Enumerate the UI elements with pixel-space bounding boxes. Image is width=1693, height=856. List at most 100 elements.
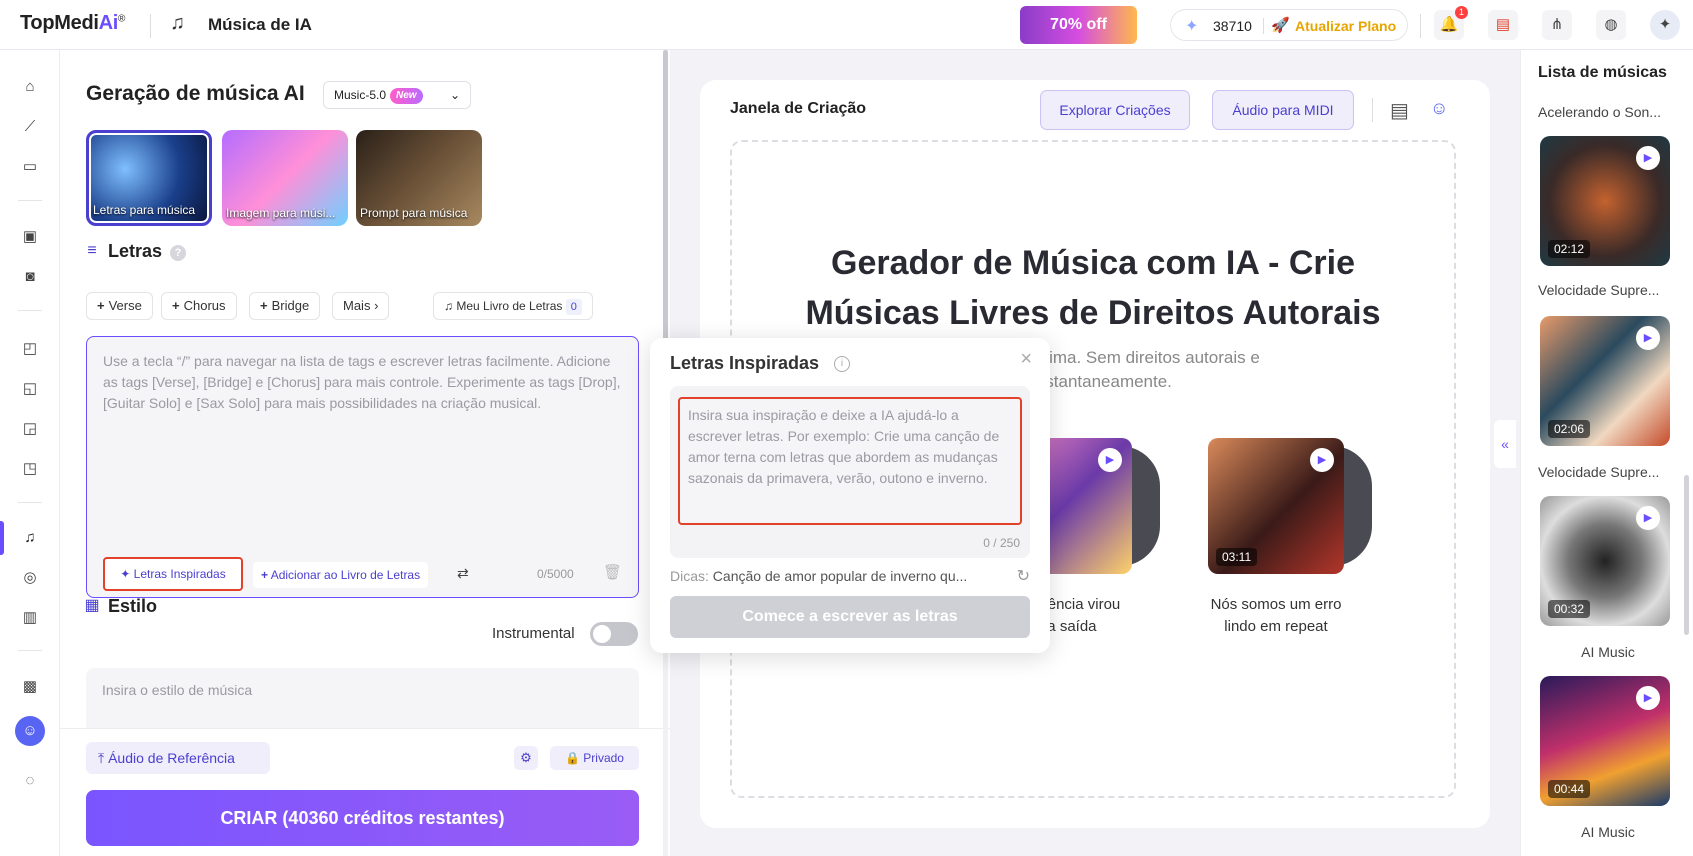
trash-icon[interactable]: 🗑 — [603, 563, 622, 581]
globe-icon[interactable]: ◍ — [1596, 10, 1626, 40]
sparkle-icon: ✦ — [1185, 18, 1199, 35]
lyrics-textarea[interactable]: Use a tecla “/” para navegar na lista de… — [86, 336, 639, 598]
play-icon[interactable]: ▶ — [1098, 448, 1122, 472]
model-value: Music-5.0 — [334, 88, 387, 102]
lyrics-placeholder: Use a tecla “/” para navegar na lista de… — [103, 353, 621, 411]
folder-icon[interactable]: ▭ — [19, 156, 41, 178]
tag-chorus-button[interactable]: + Chorus — [161, 292, 237, 320]
promo-banner[interactable]: 70% off — [1020, 6, 1137, 44]
play-icon[interactable]: ▶ — [1636, 686, 1660, 710]
song-list-item[interactable]: 02:06 ▶ — [1540, 316, 1670, 446]
model-select[interactable]: Music-5.0 New ⌄ — [323, 81, 471, 109]
home-icon[interactable]: ⌂ — [19, 76, 41, 98]
credits-value: 38710 — [1213, 18, 1252, 34]
mode-card-image-to-music[interactable]: Imagem para músi... — [222, 130, 348, 226]
start-writing-button[interactable]: Comece a escrever as letras — [670, 596, 1030, 638]
inspiration-input[interactable]: Insira sua inspiração e deixe a IA ajudá… — [678, 397, 1022, 525]
song-list-caption: AI Music — [1581, 644, 1635, 660]
add-to-lyrics-book-button[interactable]: + Adicionar ao Livro de Letras — [253, 562, 429, 588]
char-count: 0/5000 — [537, 567, 574, 581]
mode-card-label: Prompt para música — [360, 206, 468, 220]
lock-icon: 🔒 — [565, 751, 580, 765]
bell-icon[interactable]: 🔔 1 — [1434, 6, 1468, 40]
shuffle-icon[interactable]: ⇄ — [457, 565, 469, 582]
text-to-speech-icon[interactable]: ◰ — [19, 338, 41, 360]
song-list-caption: Velocidade Supre... — [1538, 464, 1660, 480]
song-duration: 03:11 — [1216, 548, 1258, 566]
discord-icon[interactable]: ☺ — [1430, 98, 1448, 119]
song-duration: 02:06 — [1548, 420, 1591, 438]
more-tags-button[interactable]: Mais › — [332, 292, 390, 320]
song-duration: 00:44 — [1548, 780, 1591, 798]
voice-changer-icon[interactable]: ◱ — [19, 378, 41, 400]
dubbing-icon[interactable]: ◳ — [19, 458, 41, 480]
instrumental-label: Instrumental — [492, 625, 575, 642]
avatar[interactable]: ✦ — [1650, 10, 1680, 40]
explore-icon[interactable]: ⟋ — [19, 116, 41, 138]
gear-icon[interactable]: ⚙ — [514, 746, 538, 770]
style-icon: ▦ — [84, 597, 100, 614]
upgrade-plan-link[interactable]: Atualizar Plano — [1295, 18, 1396, 34]
sample-song-title: Nós somos um erro lindo em repeat — [1210, 596, 1342, 635]
song-list-item[interactable]: 00:44 ▶ — [1540, 676, 1670, 806]
mode-card-lyrics-to-music[interactable]: Letras para música — [86, 130, 212, 226]
refresh-icon[interactable]: ↻ — [1017, 566, 1030, 586]
private-toggle[interactable]: 🔒 Privado — [550, 746, 639, 770]
reference-audio-button[interactable]: ⤒ Áudio de Referência — [86, 742, 270, 774]
song-duration: 00:32 — [1548, 600, 1591, 618]
song-list-scrollbar[interactable] — [1684, 475, 1689, 635]
close-icon[interactable]: × — [1020, 348, 1032, 371]
new-badge: New — [390, 87, 423, 104]
inspiration-area: Insira sua inspiração e deixe a IA ajudá… — [670, 386, 1030, 558]
divider — [1420, 14, 1421, 38]
divider — [18, 200, 42, 201]
divider — [150, 14, 151, 38]
create-button[interactable]: CRIAR (40360 créditos restantes) — [86, 790, 639, 846]
song-list-item[interactable]: 02:12 ▶ — [1540, 136, 1670, 266]
music-icon[interactable]: ♫ — [19, 527, 41, 549]
song-list-caption: Acelerando o Son... — [1538, 104, 1661, 120]
piano-icon[interactable]: ▥ — [19, 607, 41, 629]
calendar-icon[interactable]: ▤ — [1488, 10, 1518, 40]
camera-tool-icon[interactable]: ◙ — [19, 266, 41, 288]
inspired-lyrics-button[interactable]: ✦ Letras Inspiradas — [103, 557, 243, 591]
mode-card-label: Imagem para músi... — [226, 206, 336, 220]
lyrics-icon: ≡ — [87, 242, 97, 259]
divider — [18, 650, 42, 651]
collapse-panel-button[interactable]: « — [1494, 420, 1516, 468]
network-icon[interactable]: ⋔ — [1542, 10, 1572, 40]
video-tool-icon[interactable]: ▣ — [19, 226, 41, 248]
audio-to-midi-button[interactable]: Áudio para MIDI — [1212, 90, 1354, 130]
tag-verse-button[interactable]: + Verse — [86, 292, 153, 320]
lyrics-book-icon: ♫ — [444, 299, 453, 313]
app-logo[interactable]: TopMediAi® — [20, 12, 125, 35]
play-icon[interactable]: ▶ — [1636, 146, 1660, 170]
chat-icon[interactable]: ◌ — [19, 770, 41, 792]
inspiration-count: 0 / 250 — [983, 536, 1020, 550]
divider — [1263, 18, 1264, 34]
play-icon[interactable]: ▶ — [1310, 448, 1334, 472]
audio-tool-icon[interactable]: ◲ — [19, 418, 41, 440]
tag-bridge-button[interactable]: + Bridge — [249, 292, 321, 320]
discord-icon[interactable]: ☺ — [15, 716, 45, 746]
song-list-item[interactable]: 00:32 ▶ — [1540, 496, 1670, 626]
left-nav-rail: ⌂ ⟋ ▭ ▣ ◙ ◰ ◱ ◲ ◳ ♫ ◎ ▥ ▩ ☺ ◌ — [0, 50, 60, 856]
play-icon[interactable]: ▶ — [1636, 326, 1660, 350]
info-icon[interactable]: i — [834, 356, 850, 372]
panel-heading: Geração de música AI — [86, 82, 305, 105]
instrumental-toggle[interactable] — [590, 622, 638, 646]
vinyl-icon[interactable]: ◎ — [19, 567, 41, 589]
task-list-icon[interactable]: ▤ — [1390, 98, 1409, 123]
explore-creations-button[interactable]: Explorar Criações — [1040, 90, 1190, 130]
credits-pill[interactable]: ✦ 38710 🚀 Atualizar Plano — [1170, 9, 1408, 41]
song-list-caption: Velocidade Supre... — [1538, 282, 1660, 298]
lyrics-book-button[interactable]: ♫ Meu Livro de Letras 0 — [433, 292, 593, 320]
sample-song-card[interactable]: 03:11 ▶ — [1208, 438, 1344, 574]
mode-card-prompt-to-music[interactable]: Prompt para música — [356, 130, 482, 226]
ai-toolbox-icon[interactable]: ▩ — [19, 676, 41, 698]
song-duration: 02:12 — [1548, 240, 1591, 258]
notification-badge: 1 — [1455, 6, 1468, 19]
rocket-icon: 🚀 — [1271, 17, 1290, 34]
help-icon[interactable]: ? — [170, 245, 186, 261]
play-icon[interactable]: ▶ — [1636, 506, 1660, 530]
